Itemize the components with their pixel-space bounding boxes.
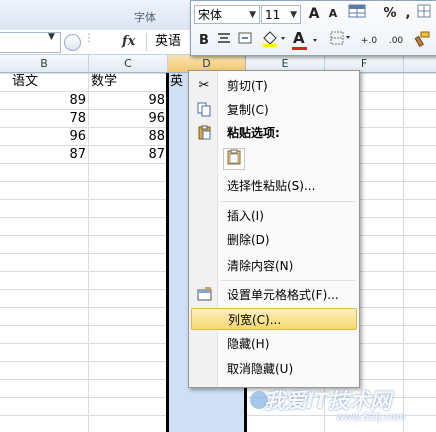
cell-style-button[interactable] [345,4,369,24]
menu-item-label: 隐藏(H) [227,337,270,351]
menu-item-cut[interactable]: ✂ 剪切(T) [191,75,357,97]
border-icon [330,31,350,45]
watermark-logo: 我爱IT技术网 www.52ij.com [250,385,436,432]
menu-item-label: 清除内容(N) [227,259,294,273]
menu-item-paste-special[interactable]: 选择性粘贴(S)... [191,175,357,197]
menu-item-label: 插入(I) [227,209,264,223]
align-center-icon [218,33,230,43]
cell-c4[interactable]: 88 [89,128,165,146]
paste-button[interactable] [223,148,245,170]
menu-item-delete[interactable]: 删除(D) [191,229,357,251]
menu-item-label: 列宽(C)... [228,313,282,327]
menu-item-label: 删除(D) [227,233,270,247]
cell-c5[interactable]: 87 [89,146,165,164]
paint-bucket-icon [263,31,285,47]
font-group-label: 字体 [134,11,156,24]
selection-border [166,73,169,432]
menu-item-clear-contents[interactable]: 清除内容(N) [191,255,357,277]
font-name-select[interactable]: 宋体 ▼ [194,5,260,24]
cell-b4[interactable]: 96 [0,128,86,146]
column-header-b[interactable]: B [0,55,89,72]
format-cells-icon [196,287,212,303]
fill-color-button[interactable] [259,31,289,51]
chevron-down-icon[interactable]: ▼ [249,6,256,25]
menu-item-label: 复制(C) [227,103,269,117]
chevron-down-icon[interactable]: ▼ [290,6,297,25]
font-color-button[interactable]: A [291,29,321,51]
column-header-g[interactable] [404,55,436,72]
table-style-icon [348,4,366,18]
menu-section-paste-options: 粘贴选项: [191,122,357,144]
chevron-down-icon[interactable]: ▼ [48,32,55,42]
cell-d1[interactable]: 英语 [170,73,186,91]
cell-b2[interactable]: 89 [0,92,86,110]
increase-decimal-button[interactable]: +.0 [357,31,381,51]
decrease-decimal-button[interactable]: .00 [384,31,408,51]
scissors-icon: ✂ [198,78,210,93]
comma-style-button[interactable]: , [402,4,414,24]
merge-cells-icon [238,32,252,44]
copy-icon [196,102,212,118]
menu-item-label: 设置单元格格式(F)... [227,288,339,302]
format-painter-button[interactable] [411,31,433,51]
font-size-select[interactable]: 11 ▼ [261,5,301,24]
cell-b3[interactable]: 78 [0,110,86,128]
font-size-value: 11 [265,8,281,22]
decrease-decimal-label: .00 [388,36,404,46]
cell-c1[interactable]: 数学 [91,73,165,91]
percent-style-button[interactable]: % [383,4,397,24]
menu-separator [221,201,355,202]
gridline [403,73,404,432]
menu-item-label: 取消隐藏(U) [227,362,294,376]
paste-icon [227,149,241,165]
bold-button[interactable]: B [196,31,212,51]
column-header-c[interactable]: C [89,55,168,72]
cell-b1[interactable]: 语文 [12,73,86,91]
borders-button[interactable] [329,31,353,51]
clipboard-icon [196,125,212,141]
watermark-title: 我爱IT技术网 [264,389,392,413]
menu-separator [221,280,355,281]
shrink-font-button[interactable]: A [325,4,341,24]
font-color-letter: A [293,29,305,47]
grid-icon [417,4,431,18]
font-name-value: 宋体 [198,8,223,22]
menu-item-format-cells[interactable]: 设置单元格格式(F)... [191,284,357,306]
menu-item-label: 剪切(T) [227,79,268,93]
cancel-entry-icon[interactable] [64,34,81,51]
menu-item-hide[interactable]: 隐藏(H) [191,333,357,355]
paintbrush-icon [414,31,430,48]
menu-item-copy[interactable]: 复制(C) [191,99,357,121]
menu-item-column-width[interactable]: 列宽(C)... [191,308,357,330]
align-center-button[interactable] [215,31,233,51]
cell-c2[interactable]: 98 [89,92,165,110]
mini-toolbar: 宋体 ▼ 11 ▼ A A % , B A +.0 .00 [190,0,436,56]
merge-center-button[interactable] [236,31,254,51]
splitter-handle[interactable]: ⋮ [84,33,94,44]
cell-b5[interactable]: 87 [0,146,86,164]
grow-font-button[interactable]: A [305,4,323,24]
menu-item-label: 选择性粘贴(S)... [227,179,316,193]
watermark-url: www.52ij.com [336,412,406,423]
menu-item-unhide[interactable]: 取消隐藏(U) [191,358,357,380]
increase-decimal-label: +.0 [360,36,378,46]
context-menu: ✂ 剪切(T) 复制(C) 粘贴选项: 选择性粘贴(S)... 插入(I) 删除… [188,70,360,388]
paste-options-heading: 粘贴选项: [227,126,280,140]
format-cells-icon[interactable] [415,4,433,24]
insert-function-icon[interactable]: fx [122,34,135,49]
cell-c3[interactable]: 96 [89,110,165,128]
menu-item-insert[interactable]: 插入(I) [191,205,357,227]
